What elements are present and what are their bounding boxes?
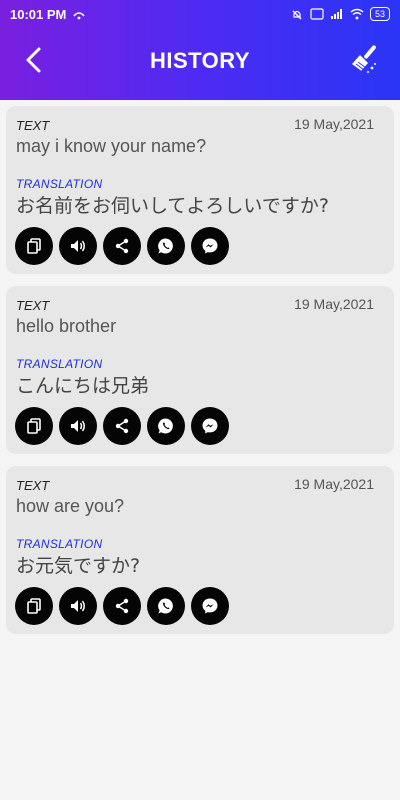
page-title: HISTORY bbox=[149, 48, 251, 73]
text-label: TEXT bbox=[16, 118, 50, 133]
speak-button[interactable] bbox=[59, 587, 97, 625]
battery-indicator: 53 bbox=[369, 7, 390, 21]
messenger-button[interactable] bbox=[191, 587, 229, 625]
translation-label: TRANSLATION bbox=[16, 177, 103, 191]
mute-icon bbox=[292, 10, 302, 20]
clear-history-button[interactable] bbox=[346, 40, 382, 76]
whatsapp-icon bbox=[158, 238, 173, 254]
whatsapp-icon bbox=[158, 598, 173, 614]
share-button[interactable] bbox=[103, 587, 141, 625]
copy-button[interactable] bbox=[15, 587, 53, 625]
source-text: how are you? bbox=[16, 496, 125, 516]
speaker-icon bbox=[71, 600, 85, 612]
history-date: 19 May,2021 bbox=[294, 476, 374, 492]
action-row bbox=[15, 407, 229, 445]
translation-label: TRANSLATION bbox=[16, 537, 103, 551]
translated-text: こんにちは兄弟 bbox=[16, 375, 150, 397]
signal-icon bbox=[330, 9, 342, 19]
volte-icon bbox=[310, 8, 324, 20]
share-icon bbox=[115, 238, 129, 254]
title-bar: HISTORY bbox=[0, 28, 400, 100]
translated-text: お名前をお伺いしてよろしいですか? bbox=[16, 195, 329, 217]
text-label: TEXT bbox=[16, 298, 50, 313]
speak-button[interactable] bbox=[59, 227, 97, 265]
status-time: 10:01 PM bbox=[10, 6, 67, 22]
copy-icon bbox=[27, 238, 41, 254]
speaker-icon bbox=[71, 240, 85, 252]
whatsapp-button[interactable] bbox=[147, 587, 185, 625]
whatsapp-button[interactable] bbox=[147, 227, 185, 265]
action-row bbox=[15, 587, 229, 625]
translated-text: お元気ですか? bbox=[16, 555, 141, 577]
translation-label: TRANSLATION bbox=[16, 357, 103, 371]
copy-icon bbox=[27, 418, 41, 434]
wifi-call-icon bbox=[73, 12, 86, 20]
messenger-button[interactable] bbox=[191, 227, 229, 265]
whatsapp-icon bbox=[158, 418, 173, 434]
history-date: 19 May,2021 bbox=[294, 116, 374, 132]
speaker-icon bbox=[71, 420, 85, 432]
messenger-icon bbox=[202, 238, 218, 254]
speak-button[interactable] bbox=[59, 407, 97, 445]
whatsapp-button[interactable] bbox=[147, 407, 185, 445]
source-text: may i know your name? bbox=[16, 136, 207, 156]
history-list: TEXT 19 May,2021 may i know your name? T… bbox=[6, 106, 394, 646]
messenger-icon bbox=[202, 418, 218, 434]
source-text: hello brother bbox=[16, 316, 117, 336]
share-icon bbox=[115, 418, 129, 434]
messenger-button[interactable] bbox=[191, 407, 229, 445]
status-bar: 10:01 PM 53 bbox=[0, 0, 400, 28]
wifi-icon bbox=[350, 8, 364, 20]
copy-button[interactable] bbox=[15, 407, 53, 445]
history-date: 19 May,2021 bbox=[294, 296, 374, 312]
share-button[interactable] bbox=[103, 227, 141, 265]
copy-button[interactable] bbox=[15, 227, 53, 265]
messenger-icon bbox=[202, 598, 218, 614]
text-label: TEXT bbox=[16, 478, 50, 493]
history-card: TEXT 19 May,2021 how are you? TRANSLATIO… bbox=[6, 466, 394, 634]
broom-icon bbox=[352, 45, 376, 73]
copy-icon bbox=[27, 598, 41, 614]
app-header: 10:01 PM 53 HISTORY bbox=[0, 0, 400, 100]
share-button[interactable] bbox=[103, 407, 141, 445]
history-card: TEXT 19 May,2021 may i know your name? T… bbox=[6, 106, 394, 274]
share-icon bbox=[115, 598, 129, 614]
action-row bbox=[15, 227, 229, 265]
history-card: TEXT 19 May,2021 hello brother TRANSLATI… bbox=[6, 286, 394, 454]
